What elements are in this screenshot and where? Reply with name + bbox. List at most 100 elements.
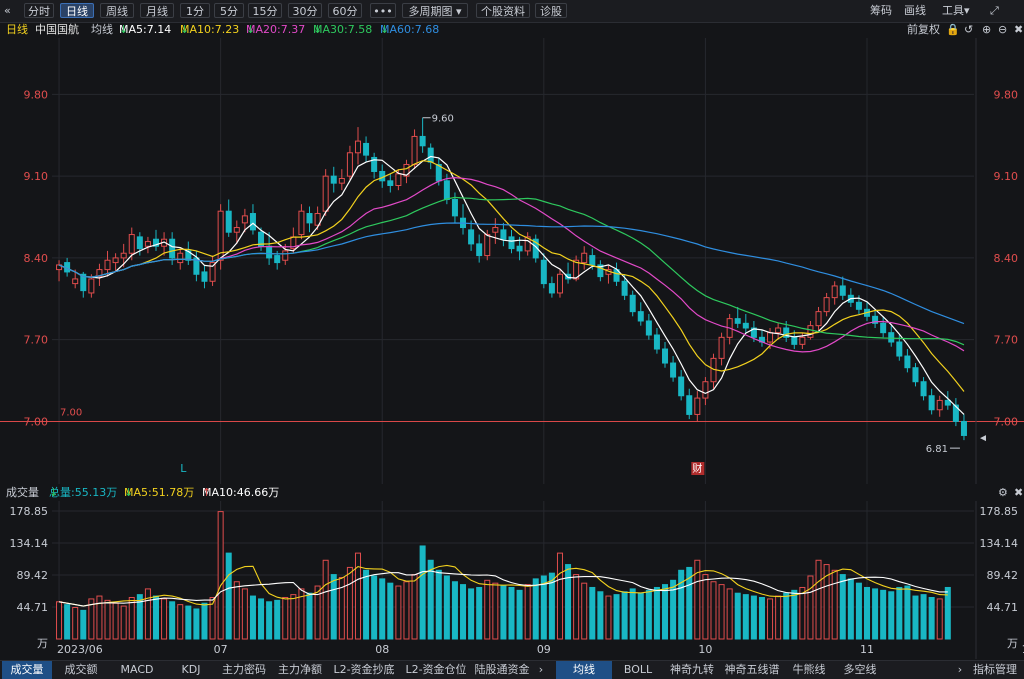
close-icon[interactable]: ✖ <box>1014 22 1023 38</box>
volume-bar <box>581 582 588 640</box>
candle <box>815 311 822 327</box>
period-tab-monthly[interactable]: 月线 <box>140 3 174 18</box>
volume-bar <box>144 588 151 640</box>
volume-bar <box>920 594 927 640</box>
tab-long-short[interactable]: 多空线 <box>836 661 884 679</box>
lock-icon[interactable]: 🔒 <box>946 22 960 38</box>
volume-bar <box>225 552 232 640</box>
stock-info-button[interactable]: 个股资料 <box>476 3 530 18</box>
tab-main-code[interactable]: 主力密码 <box>218 661 270 679</box>
x-tick-label: 09 <box>537 643 551 656</box>
zoom-out-icon[interactable]: ⊖ <box>998 22 1007 38</box>
candle <box>112 257 119 264</box>
period-tab-weekly[interactable]: 周线 <box>100 3 134 18</box>
volume-bar <box>799 586 806 640</box>
candle <box>338 177 345 184</box>
period-tab-daily[interactable]: 日线 <box>60 3 94 18</box>
candle <box>904 355 911 369</box>
candle <box>306 213 313 224</box>
candle <box>548 283 555 294</box>
tools-menu-button[interactable]: 工具▾ <box>942 3 970 18</box>
l-marker: L <box>180 462 187 475</box>
indicator-manage-button[interactable]: 指标管理 <box>968 661 1022 679</box>
multi-period-dropdown[interactable]: 多周期图 ▾ <box>402 3 468 18</box>
period-tab-5min[interactable]: 5分 <box>214 3 244 18</box>
tab-magic-five[interactable]: 神奇五线谱 <box>722 661 782 679</box>
double-chevron-left-icon[interactable]: « <box>4 3 11 18</box>
tab-hk-connect[interactable]: 陆股通资金 <box>474 661 530 679</box>
tab-macd[interactable]: MACD <box>110 661 164 679</box>
volume-bar <box>540 575 547 640</box>
candle <box>742 322 749 329</box>
candle <box>387 180 394 186</box>
close-icon[interactable]: ✖ <box>1014 485 1023 501</box>
volume-bar <box>249 595 256 640</box>
zoom-in-icon[interactable]: ⊕ <box>982 22 991 38</box>
tab-ma[interactable]: 均线 <box>556 661 612 679</box>
candle <box>169 238 176 259</box>
candle <box>516 245 523 252</box>
tab-bull-bear[interactable]: 牛熊线 <box>786 661 832 679</box>
volume-bar <box>775 595 782 640</box>
volume-ma10-value: MA10:46.66万 <box>202 486 280 499</box>
volume-bar <box>880 589 887 640</box>
candle <box>249 213 256 231</box>
period-tab-fenshi[interactable]: 分时 <box>24 3 54 18</box>
y-tick-label: 134.14 <box>10 537 49 550</box>
volume-bar <box>258 598 265 640</box>
volume-bar <box>613 594 620 640</box>
candle <box>581 252 588 264</box>
volume-bar <box>233 581 240 640</box>
chips-button[interactable]: 筹码 <box>870 3 892 18</box>
tab-volume[interactable]: 成交量 <box>2 661 52 679</box>
y-tick-label: 89.42 <box>987 569 1019 582</box>
candle <box>266 245 273 259</box>
legend-avg-label[interactable]: 均线 <box>91 22 113 38</box>
candle <box>831 285 838 299</box>
tabs-next-icon[interactable]: › <box>534 661 548 679</box>
volume-bar <box>395 585 402 640</box>
draw-line-button[interactable]: 画线 <box>904 3 926 18</box>
x-tick-label: 08 <box>375 643 389 656</box>
diagnose-button[interactable]: 诊股 <box>535 3 567 18</box>
tab-magic-nine[interactable]: 神奇九转 <box>666 661 718 679</box>
volume-bar <box>403 581 410 640</box>
period-tab-30min[interactable]: 30分 <box>288 3 322 18</box>
volume-bar <box>839 574 846 640</box>
candlestick-chart[interactable]: 7.00 9.80 9.80 9.10 9.10 8.40 8.40 7.70 7.70 7.0… <box>0 38 1024 484</box>
candle <box>88 278 95 294</box>
candle <box>896 341 903 357</box>
more-periods-button[interactable]: ••• <box>370 3 396 18</box>
tab-l2-position[interactable]: L2-资金仓位 <box>402 661 470 679</box>
fullscreen-icon[interactable]: ⤢ <box>990 3 999 18</box>
volume-bar <box>387 582 394 640</box>
tab-l2-bottom[interactable]: L2-资金抄底 <box>330 661 398 679</box>
volume-bar <box>128 596 135 640</box>
volume-bar <box>282 596 289 640</box>
candle <box>419 135 426 147</box>
volume-bar <box>492 582 499 640</box>
candle <box>670 362 677 378</box>
candle <box>662 348 669 364</box>
volume-bar <box>726 588 733 640</box>
period-tab-15min[interactable]: 15分 <box>248 3 282 18</box>
tab-amount[interactable]: 成交额 <box>56 661 106 679</box>
volume-bar <box>185 605 192 640</box>
volume-bar <box>274 599 281 640</box>
tab-boll[interactable]: BOLL <box>614 661 662 679</box>
undo-icon[interactable]: ↺ <box>964 22 973 38</box>
period-tab-60min[interactable]: 60分 <box>328 3 362 18</box>
volume-chart[interactable]: 178.85 178.85 134.14 134.14 89.42 89.42 44.71 4… <box>0 501 1024 659</box>
fq-button[interactable]: 前复权 <box>907 22 940 38</box>
earnings-marker: 财 <box>692 462 702 475</box>
volume-bar <box>427 559 434 640</box>
y-tick-label: 9.80 <box>24 88 49 101</box>
tab-kdj[interactable]: KDJ <box>168 661 214 679</box>
period-tab-1min[interactable]: 1分 <box>180 3 210 18</box>
volume-bar <box>718 584 725 640</box>
settings-icon[interactable]: ⚙ <box>998 485 1008 501</box>
volume-bar <box>565 564 572 640</box>
volume-bar <box>468 588 475 640</box>
tab-main-net[interactable]: 主力净额 <box>274 661 326 679</box>
tabs-next-icon[interactable]: › <box>954 661 966 679</box>
